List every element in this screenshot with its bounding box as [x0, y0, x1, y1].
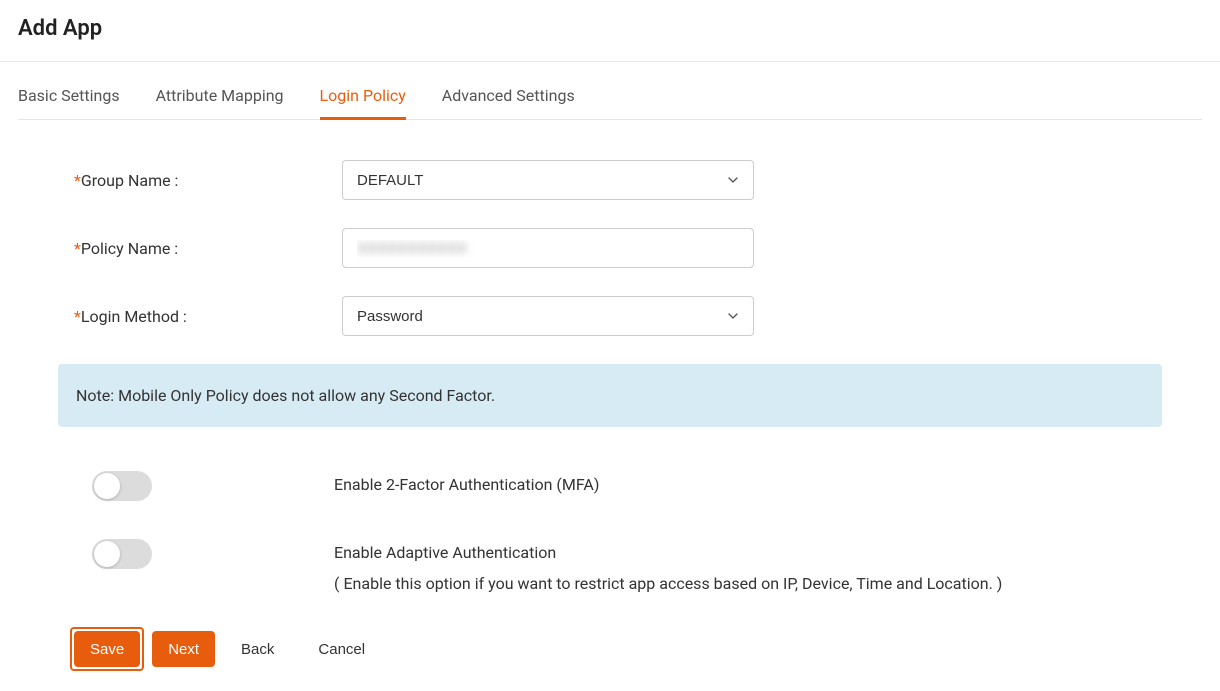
back-button[interactable]: Back	[223, 631, 292, 667]
next-button[interactable]: Next	[152, 631, 215, 667]
content-wrapper: Basic Settings Attribute Mapping Login P…	[0, 62, 1220, 671]
adaptive-sublabel: ( Enable this option if you want to rest…	[334, 574, 1166, 593]
toggle-knob	[94, 541, 120, 567]
tab-advanced-settings[interactable]: Advanced Settings	[442, 86, 575, 120]
mfa-label-col: Enable 2-Factor Authentication (MFA)	[334, 467, 1166, 494]
tab-basic-settings[interactable]: Basic Settings	[18, 86, 120, 120]
policy-name-row: *Policy Name :	[74, 228, 1166, 268]
tab-attribute-mapping[interactable]: Attribute Mapping	[156, 86, 284, 120]
required-indicator: *	[74, 239, 81, 258]
mfa-toggle[interactable]	[92, 471, 152, 501]
save-highlight-box: Save	[70, 627, 144, 671]
mfa-toggle-row: Enable 2-Factor Authentication (MFA)	[74, 467, 1166, 501]
adaptive-toggle[interactable]	[92, 539, 152, 569]
required-indicator: *	[74, 307, 81, 326]
toggle-knob	[94, 473, 120, 499]
policy-name-label: *Policy Name :	[74, 239, 342, 258]
note-box: Note: Mobile Only Policy does not allow …	[58, 364, 1162, 427]
save-button[interactable]: Save	[74, 631, 140, 667]
tab-login-policy[interactable]: Login Policy	[320, 86, 406, 120]
button-row: Save Next Back Cancel	[18, 627, 1202, 671]
adaptive-toggle-row: Enable Adaptive Authentication ( Enable …	[74, 535, 1166, 593]
group-name-row: *Group Name : DEFAULT	[74, 160, 1166, 200]
form-section: *Group Name : DEFAULT *Policy Name : *Lo…	[18, 160, 1202, 336]
adaptive-label: Enable Adaptive Authentication	[334, 543, 1166, 562]
login-method-select[interactable]: Password	[342, 296, 754, 336]
required-indicator: *	[74, 171, 81, 190]
login-method-row: *Login Method : Password	[74, 296, 1166, 336]
adaptive-label-col: Enable Adaptive Authentication ( Enable …	[334, 535, 1166, 593]
toggles-section: Enable 2-Factor Authentication (MFA) Ena…	[18, 467, 1202, 593]
login-method-label: *Login Method :	[74, 307, 342, 326]
group-name-select[interactable]: DEFAULT	[342, 160, 754, 200]
tabs-bar: Basic Settings Attribute Mapping Login P…	[18, 62, 1202, 120]
page-title: Add App	[18, 16, 1202, 41]
adaptive-toggle-col	[74, 535, 334, 569]
page-header: Add App	[0, 0, 1220, 62]
policy-name-input[interactable]	[342, 228, 754, 268]
group-name-label: *Group Name :	[74, 171, 342, 190]
mfa-label: Enable 2-Factor Authentication (MFA)	[334, 475, 1166, 494]
mfa-toggle-col	[74, 467, 334, 501]
cancel-button[interactable]: Cancel	[300, 631, 383, 667]
